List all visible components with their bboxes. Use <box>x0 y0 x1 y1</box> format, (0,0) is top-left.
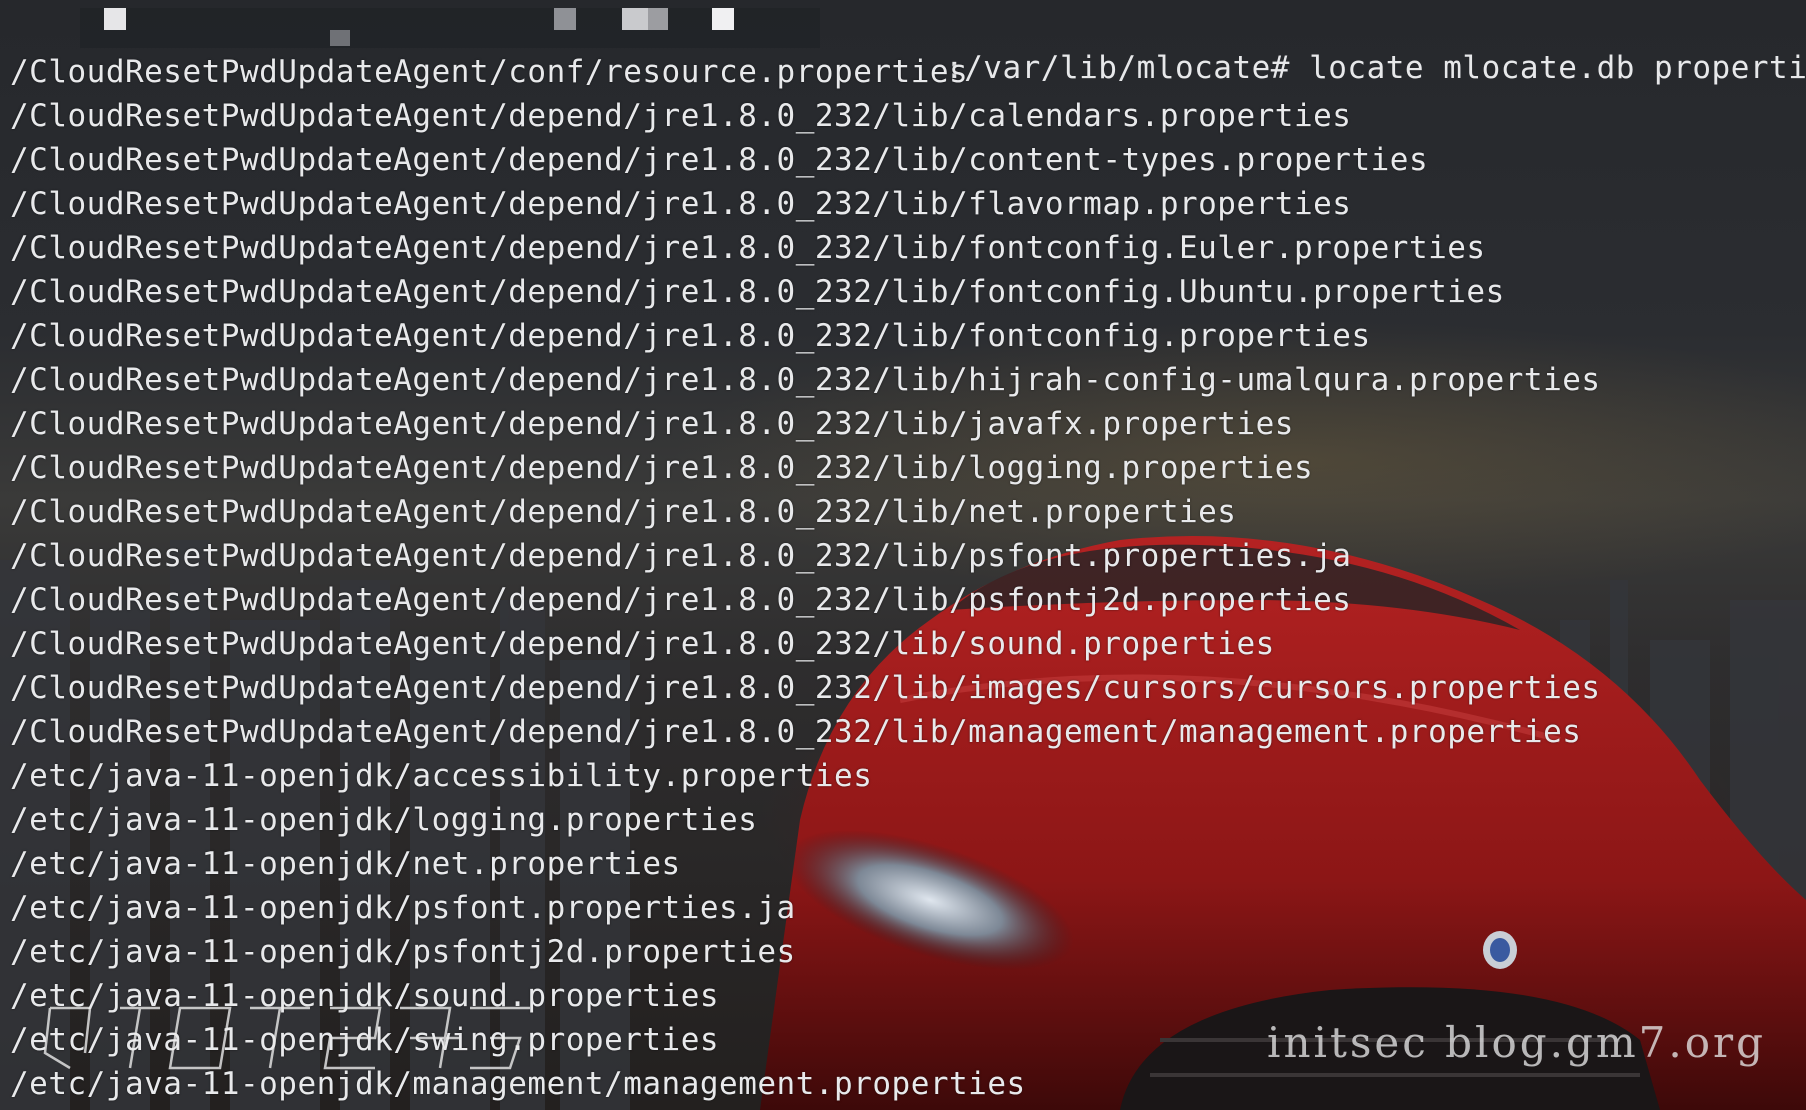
output-line: /etc/java-11-openjdk/net.properties <box>10 846 681 882</box>
redacted-block <box>648 8 668 30</box>
watermark-text: initsec blog.gm7.org <box>1267 1018 1766 1067</box>
output-line: /CloudResetPwdUpdateAgent/depend/jre1.8.… <box>10 230 1486 266</box>
output-line: /CloudResetPwdUpdateAgent/depend/jre1.8.… <box>10 538 1352 574</box>
redacted-hostname <box>80 8 820 48</box>
output-line: /CloudResetPwdUpdateAgent/depend/jre1.8.… <box>10 714 1582 750</box>
output-line: /CloudResetPwdUpdateAgent/depend/jre1.8.… <box>10 406 1294 442</box>
output-line: /etc/java-11-openjdk/psfontj2d.propertie… <box>10 934 796 970</box>
output-line: /CloudResetPwdUpdateAgent/depend/jre1.8.… <box>10 670 1601 706</box>
output-line: /etc/java-11-openjdk/psfont.properties.j… <box>10 890 796 926</box>
terminal-window[interactable]: :/var/lib/mlocate# locate mlocate.db pro… <box>0 0 1806 1110</box>
output-line: /CloudResetPwdUpdateAgent/depend/jre1.8.… <box>10 582 1352 618</box>
command-output: /CloudResetPwdUpdateAgent/conf/resource.… <box>10 50 1601 1106</box>
output-line: /CloudResetPwdUpdateAgent/depend/jre1.8.… <box>10 274 1505 310</box>
prompt-line: :/var/lib/mlocate# locate mlocate.db pro… <box>0 8 1806 86</box>
redacted-block <box>554 8 576 30</box>
redacted-block <box>104 8 126 30</box>
output-line: /CloudResetPwdUpdateAgent/depend/jre1.8.… <box>10 98 1352 134</box>
output-line: /CloudResetPwdUpdateAgent/depend/jre1.8.… <box>10 362 1601 398</box>
output-line: /CloudResetPwdUpdateAgent/depend/jre1.8.… <box>10 142 1429 178</box>
output-line: /CloudResetPwdUpdateAgent/depend/jre1.8.… <box>10 186 1352 222</box>
redacted-block <box>712 8 734 30</box>
output-line: /CloudResetPwdUpdateAgent/conf/resource.… <box>10 54 969 90</box>
output-line: /CloudResetPwdUpdateAgent/depend/jre1.8.… <box>10 318 1371 354</box>
output-line: /CloudResetPwdUpdateAgent/depend/jre1.8.… <box>10 626 1275 662</box>
redacted-block <box>622 8 648 30</box>
output-line: /etc/java-11-openjdk/logging.properties <box>10 802 758 838</box>
output-line: /CloudResetPwdUpdateAgent/depend/jre1.8.… <box>10 450 1314 486</box>
redacted-block <box>330 30 350 46</box>
output-line: /etc/java-11-openjdk/accessibility.prope… <box>10 758 873 794</box>
output-line: /CloudResetPwdUpdateAgent/depend/jre1.8.… <box>10 494 1237 530</box>
ascii-art-logo <box>43 1006 530 1070</box>
